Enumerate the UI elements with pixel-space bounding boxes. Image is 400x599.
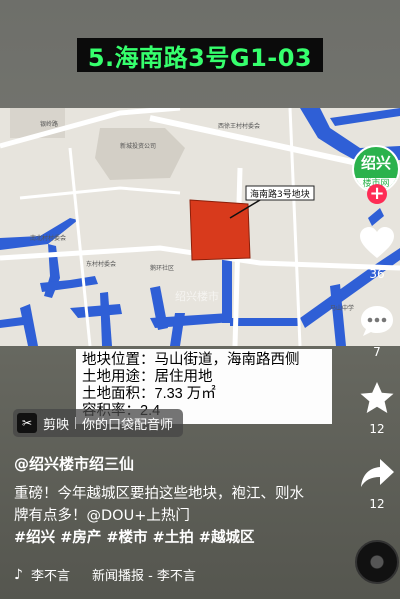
map-image: 海南路3号地块 银岭路 新城投资公司 西徐王村村委会 南北村村委会 鹅环社区 东… [0, 108, 400, 346]
music-note-icon: ♪ [14, 566, 23, 583]
comment-count: 7 [373, 345, 381, 359]
info-area: 土地面积：7.33 万㎡ [82, 386, 216, 402]
share-button[interactable]: 12 [354, 455, 400, 511]
star-icon [360, 382, 394, 413]
map-label: 鹅环社区 [150, 264, 174, 272]
map-label: 南北村村委会 [30, 234, 66, 242]
favorite-button[interactable]: 12 [354, 380, 400, 436]
info-location: 地块位置：马山街道，海南路西侧 [82, 352, 300, 368]
map-label: 西徐王村村委会 [218, 122, 260, 130]
map-label: 银岭路 [40, 120, 58, 128]
heart-icon [360, 227, 394, 258]
map-label: 新城投资公司 [120, 142, 156, 150]
avatar-text: 绍兴 [360, 154, 391, 172]
capcut-slogan: 你的口袋配音师 [82, 417, 174, 433]
music-author: 李不言 [30, 569, 70, 584]
video-title-overlay: 5.海南路3号G1-03 [77, 38, 323, 72]
parcel-label: 海南路3号地块 [250, 188, 310, 200]
divider [75, 417, 77, 429]
share-count: 12 [369, 497, 385, 511]
info-usage: 土地用途：居住用地 [82, 369, 213, 385]
map-watermark: 绍兴楼市 [175, 289, 219, 303]
capcut-app-name: 剪映 [43, 417, 70, 433]
music-ticker[interactable]: ♪ 李不言 新闻播报 - 李不言 [14, 565, 224, 585]
comment-icon [361, 306, 393, 336]
like-count: 36 [369, 267, 385, 281]
map-label: 东村村委会 [86, 260, 116, 268]
share-arrow-icon [361, 459, 394, 487]
author-handle[interactable]: @绍兴楼市绍三仙 [14, 453, 134, 474]
music-disc-icon[interactable] [355, 540, 399, 584]
capcut-icon: ✂ [17, 413, 37, 433]
caption-text: 重磅！今年越城区要拍这些地块，袍江、则水牌有点多！@DOU+上热门 [14, 486, 304, 524]
comment-button[interactable]: 7 [354, 303, 400, 359]
caption-hashtags[interactable]: #绍兴 #房产 #楼市 #土拍 #越城区 [14, 530, 254, 546]
music-track: 新闻播报 - 李不言 [91, 569, 196, 584]
like-button[interactable]: 36 [354, 225, 400, 281]
map-label: 马山中学 [330, 304, 354, 312]
video-caption: 重磅！今年越城区要拍这些地块，袍江、则水牌有点多！@DOU+上热门 #绍兴 #房… [14, 483, 304, 549]
follow-button[interactable]: + [367, 184, 387, 204]
capcut-badge[interactable]: ✂ 剪映 你的口袋配音师 [13, 409, 184, 437]
favorite-count: 12 [369, 422, 385, 436]
